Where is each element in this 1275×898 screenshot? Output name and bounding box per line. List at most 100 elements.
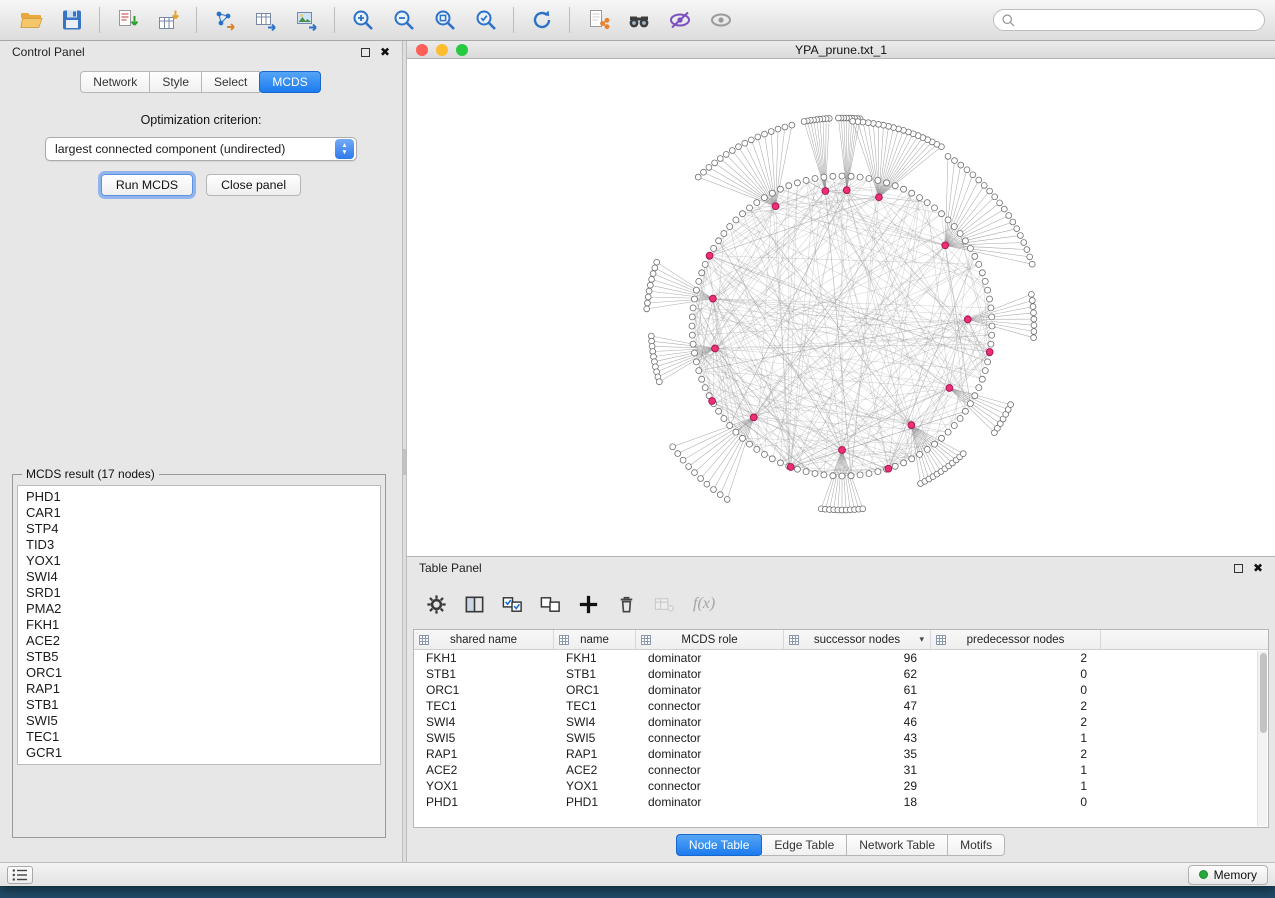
save-session-icon[interactable] [51,4,92,36]
tab-edge-table[interactable]: Edge Table [761,834,847,856]
minimize-window-button[interactable] [436,44,448,56]
column-header-shared-name[interactable]: shared name [414,630,554,649]
table-cell: connector [636,762,784,778]
share-document-icon[interactable] [577,4,618,36]
mcds-result-box: MCDS result (17 nodes) PHD1CAR1STP4TID3Y… [12,467,386,838]
table-settings-gear-icon[interactable] [423,591,450,618]
network-window-titlebar[interactable]: YPA_prune.txt_1 [407,41,1275,59]
select-all-rows-icon[interactable] [499,591,526,618]
column-header-name[interactable]: name [554,630,636,649]
search-network-icon[interactable] [618,4,659,36]
table-row[interactable]: STB1STB1dominator620 [414,666,1268,682]
table-cell: STB1 [414,666,554,682]
optimization-dropdown-value: largest connected component (undirected) [46,142,335,156]
mcds-result-item[interactable]: SRD1 [18,585,380,601]
run-mcds-button[interactable]: Run MCDS [101,174,193,196]
close-window-button[interactable] [416,44,428,56]
mcds-result-item[interactable]: SWI4 [18,569,380,585]
table-cell: ACE2 [554,762,636,778]
import-network-icon[interactable] [107,4,148,36]
table-scrollbar[interactable] [1257,651,1267,826]
mcds-result-item[interactable]: TID3 [18,537,380,553]
control-panel-title: Control Panel [12,45,85,59]
mcds-result-item[interactable]: GCR1 [18,745,380,761]
memory-button[interactable]: Memory [1188,865,1268,885]
export-network-icon[interactable] [204,4,245,36]
table-row[interactable]: FKH1FKH1dominator962 [414,650,1268,666]
function-builder-icon[interactable]: f(x) [693,595,715,613]
network-title: YPA_prune.txt_1 [407,43,1275,57]
refresh-view-icon[interactable] [521,4,562,36]
zoom-out-icon[interactable] [383,4,424,36]
table-row[interactable]: TEC1TEC1connector472 [414,698,1268,714]
tab-mcds[interactable]: MCDS [259,71,320,93]
column-header-predecessor-nodes[interactable]: predecessor nodes [931,630,1101,649]
export-image-icon[interactable] [286,4,327,36]
mcds-result-item[interactable]: STB1 [18,697,380,713]
hide-graphics-details-icon[interactable] [659,4,700,36]
table-cell: 2 [931,698,1101,714]
table-row[interactable]: PHD1PHD1dominator180 [414,794,1268,810]
table-row[interactable]: SWI5SWI5connector431 [414,730,1268,746]
open-file-icon[interactable] [10,4,51,36]
search-box[interactable] [993,9,1265,31]
table-row[interactable]: ORC1ORC1dominator610 [414,682,1268,698]
zoom-in-icon[interactable] [342,4,383,36]
tab-style[interactable]: Style [149,71,202,93]
mcds-result-item[interactable]: PMA2 [18,601,380,617]
tab-select[interactable]: Select [201,71,260,93]
column-header-successor-nodes[interactable]: successor nodes▾ [784,630,931,649]
zoom-fit-icon[interactable] [424,4,465,36]
maximize-window-button[interactable] [456,44,468,56]
mcds-result-item[interactable]: TEC1 [18,729,380,745]
mcds-result-item[interactable]: CAR1 [18,505,380,521]
table-row[interactable]: YOX1YOX1connector291 [414,778,1268,794]
mcds-result-item[interactable]: STP4 [18,521,380,537]
mcds-result-item[interactable]: STB5 [18,649,380,665]
close-panel-icon[interactable]: ✖ [380,46,390,58]
control-panel-tabs: NetworkStyleSelectMCDS [0,63,402,99]
tab-node-table[interactable]: Node Table [676,834,763,856]
table-cell: dominator [636,682,784,698]
tab-network[interactable]: Network [80,71,150,93]
list-icon [11,868,29,882]
tab-motifs[interactable]: Motifs [947,834,1005,856]
show-graphics-details-icon[interactable] [700,4,741,36]
column-header-MCDS-role[interactable]: MCDS role [636,630,784,649]
optimization-dropdown[interactable]: largest connected component (undirected)… [45,137,357,161]
table-cell: SWI4 [414,714,554,730]
table-row[interactable]: RAP1RAP1dominator352 [414,746,1268,762]
mcds-result-item[interactable]: YOX1 [18,553,380,569]
table-cell: 1 [931,730,1101,746]
panel-list-button[interactable] [7,866,33,884]
main-toolbar [0,0,1275,41]
table-body: FKH1FKH1dominator962STB1STB1dominator620… [414,650,1268,827]
show-columns-icon[interactable] [461,591,488,618]
mcds-result-item[interactable]: PHD1 [18,489,380,505]
table-cell: dominator [636,746,784,762]
float-panel-icon[interactable] [361,48,370,57]
mcds-result-item[interactable]: ORC1 [18,665,380,681]
mcds-result-item[interactable]: RAP1 [18,681,380,697]
table-tabs: Node TableEdge TableNetwork TableMotifs [407,828,1275,862]
network-view[interactable] [407,59,1275,556]
mcds-result-item[interactable]: ACE2 [18,633,380,649]
table-scrollbar-thumb[interactable] [1260,653,1267,733]
close-panel-button[interactable]: Close panel [206,174,301,196]
table-row[interactable]: SWI4SWI4dominator462 [414,714,1268,730]
export-table-icon[interactable] [245,4,286,36]
mcds-result-list[interactable]: PHD1CAR1STP4TID3YOX1SWI4SRD1PMA2FKH1ACE2… [17,485,381,765]
deselect-all-rows-icon[interactable] [537,591,564,618]
mcds-result-item[interactable]: FKH1 [18,617,380,633]
float-table-panel-icon[interactable] [1234,564,1243,573]
add-column-icon[interactable] [575,591,602,618]
tab-network-table[interactable]: Network Table [846,834,948,856]
delete-column-icon[interactable] [613,591,640,618]
mcds-result-item[interactable]: SWI5 [18,713,380,729]
zoom-selected-icon[interactable] [465,4,506,36]
table-cell: connector [636,698,784,714]
table-row[interactable]: ACE2ACE2connector311 [414,762,1268,778]
import-table-icon[interactable] [148,4,189,36]
close-table-panel-icon[interactable]: ✖ [1253,562,1263,574]
search-input[interactable] [1016,11,1264,29]
